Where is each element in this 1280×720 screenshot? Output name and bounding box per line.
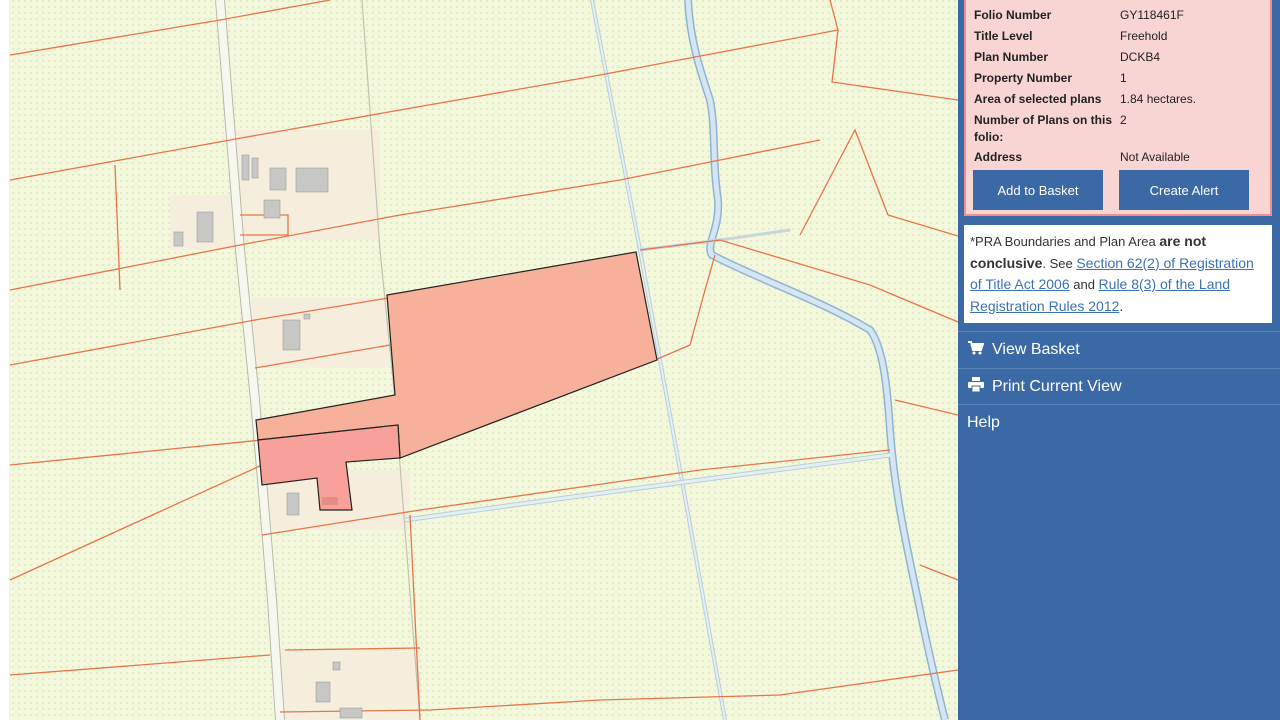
plan-number-value: DCKB4	[1120, 50, 1161, 64]
view-basket-menu-item[interactable]: View Basket	[958, 332, 1280, 368]
address-value: Not Available	[1120, 150, 1190, 164]
disclaimer-suffix: .	[1119, 297, 1124, 314]
shopping-cart-icon	[967, 340, 985, 360]
disclaimer-prefix: *PRA Boundaries and Plan Area	[970, 234, 1160, 249]
plans-count-value: 2	[1120, 113, 1127, 127]
help-menu-item[interactable]: Help	[958, 405, 1280, 441]
printer-icon	[967, 377, 985, 397]
folio-number-label: Folio Number	[974, 8, 1052, 22]
folio-info-panel: Folio Number GY118461F Title Level Freeh…	[964, 0, 1272, 216]
print-view-menu-item[interactable]: Print Current View	[958, 369, 1280, 405]
title-level-label: Title Level	[974, 29, 1033, 43]
map-view[interactable]	[0, 0, 958, 720]
address-label: Address	[974, 150, 1023, 164]
view-basket-label: View Basket	[992, 341, 1080, 358]
add-to-basket-button[interactable]: Add to Basket	[973, 170, 1103, 210]
area-value: 1.84 hectares.	[1120, 92, 1197, 106]
area-label: Area of selected plans	[974, 92, 1102, 106]
property-number-label: Property Number	[974, 71, 1073, 85]
disclaimer-and: and	[1069, 277, 1099, 292]
disclaimer-box: *PRA Boundaries and Plan Area are not co…	[964, 225, 1272, 323]
map-left-edge	[0, 0, 9, 720]
plans-count-label: Number of Plans on this folio:	[974, 113, 1113, 144]
folio-number-value: GY118461F	[1120, 8, 1184, 22]
title-level-value: Freehold	[1120, 29, 1168, 43]
help-label: Help	[967, 414, 1000, 431]
plan-number-label: Plan Number	[974, 50, 1049, 64]
print-view-label: Print Current View	[992, 378, 1122, 395]
create-alert-button[interactable]: Create Alert	[1119, 170, 1249, 210]
map-canvas[interactable]	[0, 0, 958, 720]
property-number-value: 1	[1120, 71, 1127, 85]
disclaimer-mid: . See	[1042, 255, 1077, 271]
